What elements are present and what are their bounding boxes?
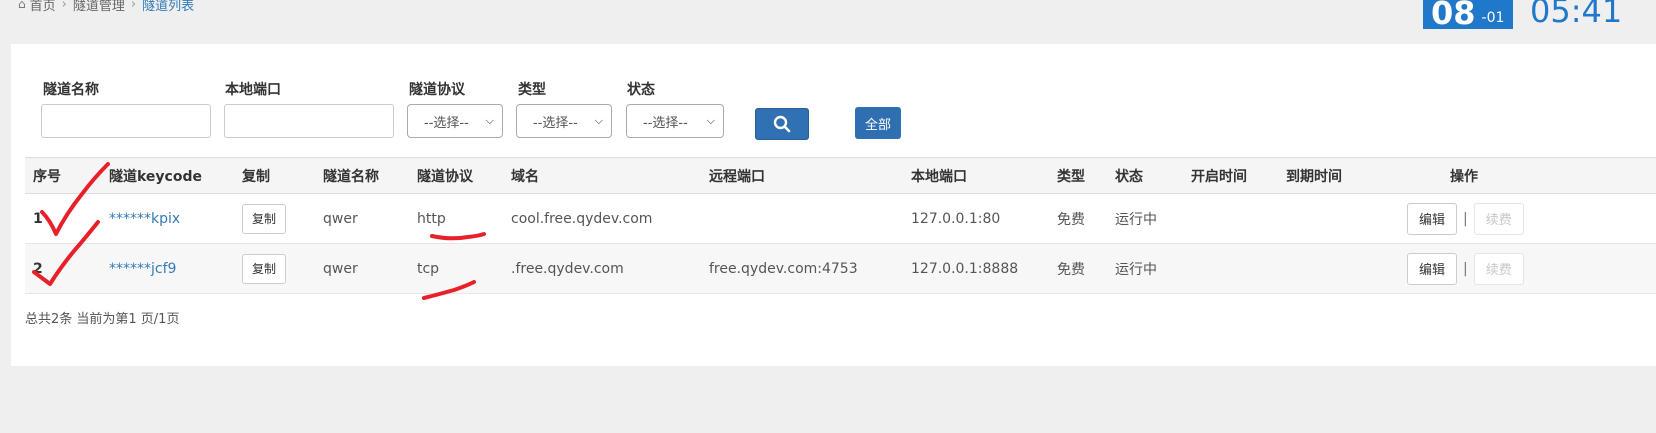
col-protocol: 隧道协议 [417, 168, 473, 185]
copy-button[interactable]: 复制 [242, 253, 286, 284]
local-port-input[interactable] [224, 104, 394, 138]
filter-port-group: 本地端口 [225, 80, 281, 100]
type-select-value: --选择-- [533, 115, 578, 131]
row-type: 免费 [1057, 261, 1085, 278]
status-select-value: --选择-- [643, 115, 688, 131]
pagination-info: 总共2条 当前为第1 页/1页 [25, 312, 180, 327]
row-name: qwer [323, 210, 358, 227]
breadcrumb-separator: › [130, 0, 137, 12]
breadcrumb-home[interactable]: 首页 [30, 0, 56, 14]
clock: 05:41 [1530, 0, 1623, 30]
row-keycode[interactable]: ******jcf9 [109, 244, 176, 293]
filter-protocol-group: 隧道协议 [409, 80, 465, 100]
edit-button[interactable]: 编辑 [1407, 252, 1457, 285]
table-row: 1 ******kpix 复制 qwer http cool.free.qyde… [25, 194, 1656, 244]
date-widget: 08 -01 [1423, 0, 1513, 29]
col-remote-port: 远程端口 [709, 168, 765, 185]
filter-type-label: 类型 [518, 82, 546, 98]
row-index: 2 [33, 260, 43, 277]
row-index: 1 [33, 210, 43, 227]
action-divider: | [1463, 210, 1468, 227]
chevron-down-icon: ⌵ [485, 114, 494, 127]
col-start-time: 开启时间 [1191, 168, 1247, 185]
row-type: 免费 [1057, 211, 1085, 228]
breadcrumb: ⌂ 首页 › 隧道管理 › 隧道列表 [18, 0, 194, 14]
tunnel-name-input[interactable] [41, 104, 211, 138]
col-name: 隧道名称 [323, 168, 379, 185]
action-divider: | [1463, 260, 1468, 277]
col-keycode: 隧道keycode [109, 168, 202, 185]
row-local-port: 127.0.0.1:80 [911, 210, 1001, 227]
tunnel-list-panel: 隧道名称 本地端口 隧道协议 --选择-- ⌵ 类型 --选择-- ⌵ 状态 -… [11, 44, 1656, 366]
breadcrumb-section[interactable]: 隧道管理 [73, 0, 125, 14]
search-icon [773, 115, 791, 133]
row-actions: 编辑 | 续费 [1407, 194, 1524, 243]
protocol-select-value: --选择-- [424, 115, 469, 131]
row-protocol: http [417, 210, 446, 227]
row-remote-port: free.qydev.com:4753 [709, 260, 858, 277]
type-select[interactable]: --选择-- ⌵ [516, 104, 612, 138]
filter-name-label: 隧道名称 [43, 82, 99, 98]
copy-button[interactable]: 复制 [242, 203, 286, 234]
row-domain: cool.free.qydev.com [511, 210, 653, 227]
status-select[interactable]: --选择-- ⌵ [626, 104, 724, 138]
tunnel-table: 序号 隧道keycode 复制 隧道名称 隧道协议 域名 远程端口 本地端口 类… [25, 157, 1656, 294]
row-status: 运行中 [1115, 211, 1157, 228]
filter-protocol-label: 隧道协议 [409, 82, 465, 98]
date-month: -01 [1481, 10, 1505, 26]
edit-button[interactable]: 编辑 [1407, 202, 1457, 235]
filter-status-group: 状态 [627, 80, 655, 100]
row-keycode[interactable]: ******kpix [109, 194, 180, 243]
date-day: 08 [1431, 0, 1476, 32]
col-local-port: 本地端口 [911, 168, 967, 185]
row-domain: .free.qydev.com [511, 260, 624, 277]
chevron-down-icon: ⌵ [594, 114, 603, 127]
table-header: 序号 隧道keycode 复制 隧道名称 隧道协议 域名 远程端口 本地端口 类… [25, 157, 1656, 194]
filter-status-label: 状态 [627, 82, 655, 98]
row-status: 运行中 [1115, 261, 1157, 278]
renew-button[interactable]: 续费 [1473, 252, 1524, 285]
chevron-down-icon: ⌵ [706, 114, 715, 127]
table-row: 2 ******jcf9 复制 qwer tcp .free.qydev.com… [25, 244, 1656, 294]
col-domain: 域名 [511, 168, 539, 185]
row-local-port: 127.0.0.1:8888 [911, 260, 1019, 277]
filter-type-group: 类型 [518, 80, 546, 100]
col-copy: 复制 [242, 168, 270, 185]
protocol-select[interactable]: --选择-- ⌵ [407, 104, 503, 138]
home-icon: ⌂ [18, 0, 26, 11]
breadcrumb-current: 隧道列表 [142, 0, 195, 14]
col-index: 序号 [33, 168, 61, 185]
col-actions: 操作 [1450, 168, 1478, 185]
renew-button[interactable]: 续费 [1473, 202, 1524, 235]
row-name: qwer [323, 260, 358, 277]
breadcrumb-separator: › [61, 0, 67, 12]
col-status: 状态 [1115, 168, 1143, 185]
filter-name-group: 隧道名称 [43, 80, 99, 100]
search-button[interactable] [755, 108, 809, 140]
row-actions: 编辑 | 续费 [1407, 244, 1524, 293]
show-all-button[interactable]: 全部 [855, 107, 901, 139]
col-type: 类型 [1057, 168, 1085, 185]
filter-port-label: 本地端口 [225, 82, 281, 98]
row-protocol: tcp [417, 260, 440, 277]
col-expire-time: 到期时间 [1286, 168, 1342, 185]
